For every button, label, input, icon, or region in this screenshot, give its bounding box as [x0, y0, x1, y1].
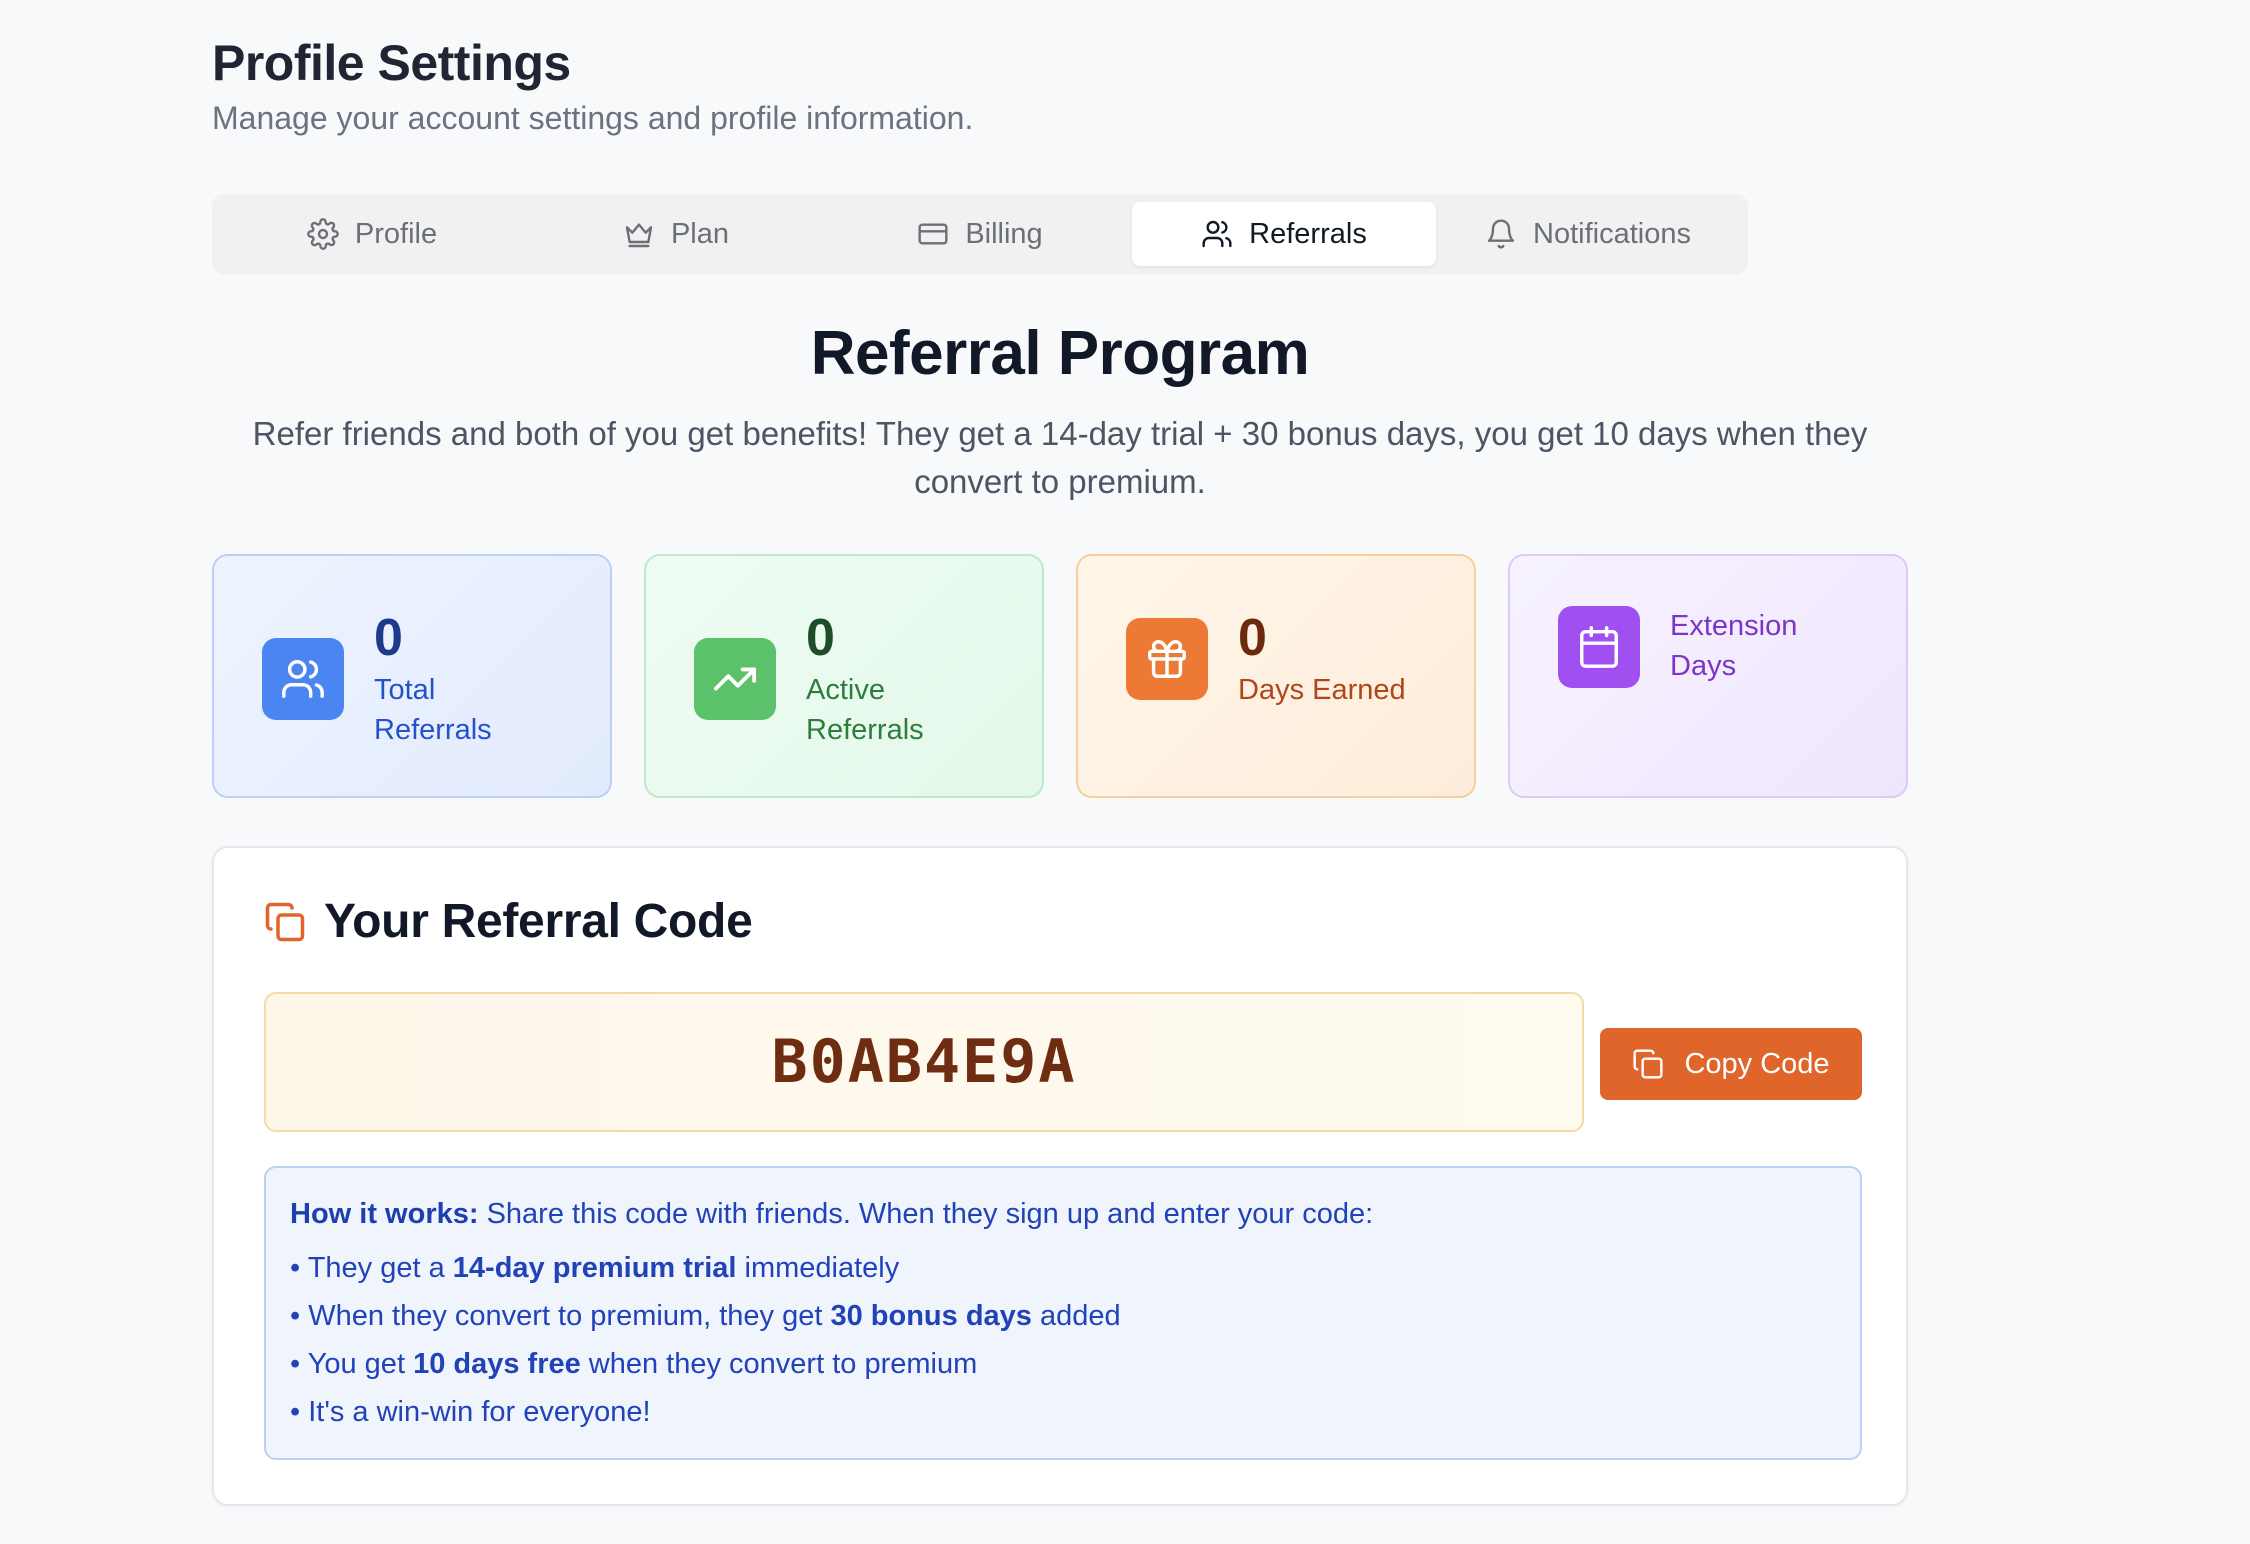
- referral-program-title: Referral Program: [810, 319, 1310, 388]
- copy-code-button[interactable]: Copy Code: [1600, 1028, 1862, 1100]
- tab-billing[interactable]: Billing: [828, 202, 1132, 266]
- stat-value: 0: [806, 609, 835, 667]
- tab-label: Referrals: [1249, 217, 1367, 250]
- referral-code-title-text: Your Referral Code: [324, 895, 753, 948]
- tab-referrals[interactable]: Referrals: [1132, 202, 1436, 266]
- calendar-icon: [1558, 606, 1640, 688]
- referral-code-panel: Your Referral Code B0AB4E9A Copy Code Ho…: [212, 846, 1908, 1506]
- bell-icon: [1487, 219, 1515, 249]
- stat-label: Total Referrals: [374, 674, 492, 746]
- stat-card-active-referrals: 0 Active Referrals: [644, 554, 1044, 798]
- tab-label: Billing: [965, 217, 1043, 250]
- list-item-text: When they convert to premium, they get: [308, 1300, 831, 1332]
- stat-label: Days Earned: [1238, 674, 1406, 706]
- stat-value: 0: [1238, 609, 1267, 667]
- referral-code-title: Your Referral Code: [264, 894, 753, 949]
- trending-up-icon: [694, 638, 776, 720]
- list-item: • They get a 14-day premium trial immedi…: [290, 1252, 900, 1284]
- settings-tabs: Profile Plan Billing Referrals Notificat…: [212, 194, 1748, 274]
- gift-icon: [1126, 618, 1208, 700]
- credit-card-icon: [918, 223, 948, 245]
- copy-icon: [265, 902, 305, 941]
- stat-value: 0: [374, 609, 403, 667]
- users-icon: [262, 638, 344, 720]
- tab-label: Plan: [670, 217, 730, 250]
- page-subtitle: Manage your account settings and profile…: [212, 100, 974, 136]
- list-item: • You get 10 days free when they convert…: [290, 1348, 978, 1380]
- tab-profile[interactable]: Profile: [220, 202, 524, 266]
- list-item-emphasis: 14-day premium trial: [452, 1252, 737, 1284]
- stat-label: Active Referrals: [806, 674, 924, 746]
- copy-code-label: Copy Code: [1684, 1047, 1830, 1080]
- list-item-text: immediately: [736, 1252, 900, 1284]
- list-item-emphasis: 10 days free: [413, 1348, 581, 1380]
- how-it-works-text: Share this code with friends. When they …: [478, 1198, 1374, 1230]
- how-it-works-box: How it works: Share this code with frien…: [264, 1166, 1862, 1460]
- tab-plan[interactable]: Plan: [524, 202, 828, 266]
- stat-card-days-earned: 0 Days Earned: [1076, 554, 1476, 798]
- referral-code-value[interactable]: B0AB4E9A: [264, 992, 1584, 1132]
- referral-program-description: Refer friends and both of you get benefi…: [252, 415, 1868, 500]
- list-item-text: They get a: [307, 1252, 453, 1284]
- tab-notifications[interactable]: Notifications: [1436, 202, 1740, 266]
- list-item: • It's a win-win for everyone!: [290, 1396, 651, 1428]
- users-icon: [1202, 220, 1232, 248]
- copy-icon: [1633, 1049, 1663, 1079]
- stat-card-extension-days: Extension Days: [1508, 554, 1908, 798]
- list-item-emphasis: 30 bonus days: [830, 1300, 1032, 1332]
- how-it-works-list: • They get a 14-day premium trial immedi…: [290, 1244, 1836, 1436]
- how-it-works-heading: How it works:: [290, 1198, 479, 1230]
- gear-icon: [307, 218, 339, 250]
- how-it-works-intro: How it works: Share this code with frien…: [290, 1192, 1836, 1236]
- list-item: • When they convert to premium, they get…: [290, 1300, 1121, 1332]
- list-item-text: It's a win-win for everyone!: [308, 1396, 651, 1428]
- list-item-text: added: [1031, 1300, 1121, 1332]
- list-item-text: You get: [307, 1348, 414, 1380]
- page-title: Profile Settings: [212, 35, 571, 91]
- referral-stats: 0 Total Referrals 0 Active Referrals 0 D…: [212, 554, 1908, 798]
- list-item-text: when they convert to premium: [580, 1348, 978, 1380]
- stat-card-total-referrals: 0 Total Referrals: [212, 554, 612, 798]
- tab-label: Notifications: [1533, 217, 1691, 250]
- tab-label: Profile: [354, 217, 438, 250]
- stat-label: Extension Days: [1670, 610, 1798, 682]
- crown-icon: [625, 223, 653, 248]
